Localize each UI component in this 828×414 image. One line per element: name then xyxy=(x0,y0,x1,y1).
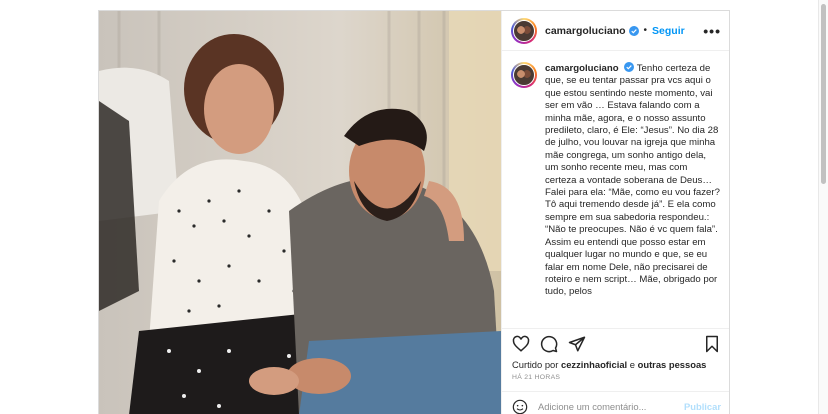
post-caption: camargoluciano Tenho certeza de que, se … xyxy=(545,62,721,327)
caption-area: camargoluciano Tenho certeza de que, se … xyxy=(502,52,729,327)
post-timestamp[interactable]: HÁ 21 HORAS xyxy=(512,374,560,381)
post-sidebar: camargoluciano • Seguir ••• camargolucia… xyxy=(501,11,729,414)
share-icon[interactable] xyxy=(568,335,586,353)
avatar[interactable] xyxy=(511,17,537,44)
likes-others-link[interactable]: outras pessoas xyxy=(638,359,707,370)
scrollbar-thumb[interactable] xyxy=(821,4,826,184)
caption-username[interactable]: camargoluciano xyxy=(545,63,619,74)
bookmark-icon[interactable] xyxy=(703,335,721,353)
caption-text: Tenho certeza de que, se eu tentar passa… xyxy=(545,63,720,298)
photo-illustration xyxy=(99,11,501,414)
publish-button[interactable]: Publicar xyxy=(684,401,721,412)
heart-icon[interactable] xyxy=(512,335,530,353)
emoji-icon[interactable] xyxy=(512,399,528,414)
post-header: camargoluciano • Seguir ••• xyxy=(502,11,729,51)
comment-bar: Publicar xyxy=(502,391,729,414)
separator-dot: • xyxy=(643,25,648,36)
comment-icon[interactable] xyxy=(540,335,558,353)
likes-prefix: Curtido por xyxy=(512,359,559,370)
more-options-icon[interactable]: ••• xyxy=(703,23,721,39)
post-photo[interactable] xyxy=(99,11,501,414)
comment-input[interactable] xyxy=(538,401,668,412)
likes-middle: e xyxy=(629,359,635,370)
page-scrollbar[interactable] xyxy=(818,0,828,414)
post-modal: camargoluciano • Seguir ••• camargolucia… xyxy=(98,10,730,414)
follow-button[interactable]: Seguir xyxy=(652,25,685,37)
action-bar xyxy=(502,328,729,358)
likes-user-link[interactable]: cezzinhaoficial xyxy=(561,359,627,370)
verified-badge-icon xyxy=(628,25,639,36)
header-username[interactable]: camargoluciano xyxy=(545,25,626,37)
likes-summary: Curtido por cezzinhaoficial e outras pes… xyxy=(512,359,706,370)
verified-badge-icon xyxy=(624,62,635,72)
caption-avatar[interactable] xyxy=(511,62,537,88)
